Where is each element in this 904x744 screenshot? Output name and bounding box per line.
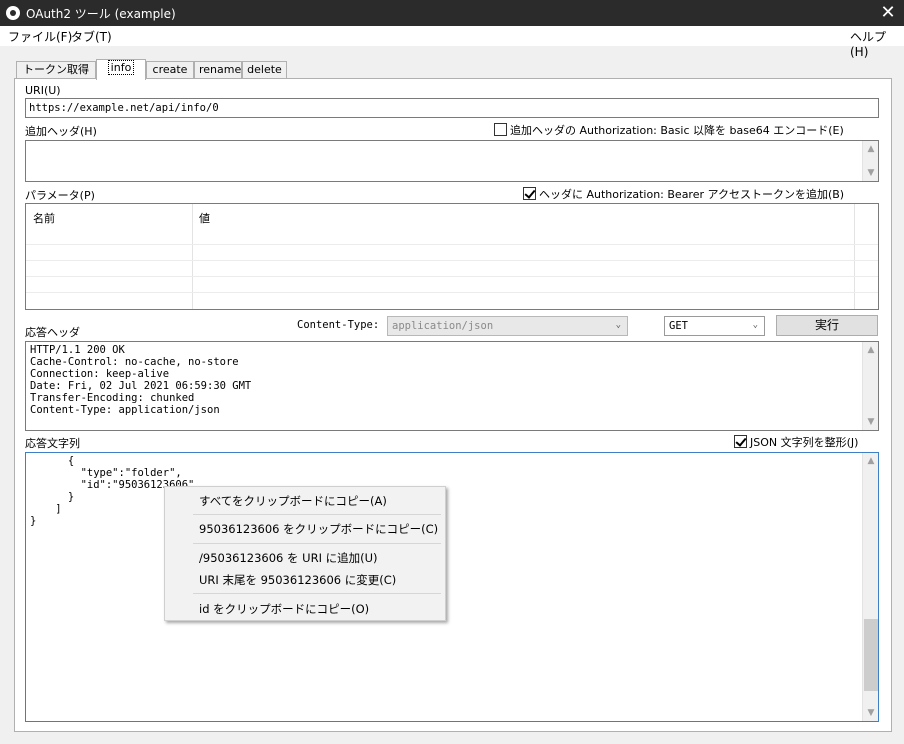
response-body-output[interactable]: { "type":"folder", "id":"95036123606" } … xyxy=(25,452,879,722)
tab-token[interactable]: トークン取得 xyxy=(16,61,96,79)
scroll-down-icon[interactable]: ▼ xyxy=(863,705,878,721)
context-menu-replace-uri[interactable]: URI 末尾を 95036123606 に変更(C) xyxy=(199,572,396,588)
bearer-checkbox-row[interactable]: ヘッダに Authorization: Bearer アクセストークンを追加(B… xyxy=(523,186,844,202)
close-icon[interactable]: ✕ xyxy=(872,0,904,26)
tab-create[interactable]: create xyxy=(146,61,194,79)
format-json-checkbox-row[interactable]: JSON 文字列を整形(J) xyxy=(734,434,858,450)
context-menu: すべてをクリップボードにコピー(A) 95036123606 をクリップボードに… xyxy=(164,486,446,621)
scroll-thumb[interactable] xyxy=(864,619,878,691)
chevron-down-icon[interactable]: ⌄ xyxy=(753,318,758,332)
context-menu-separator xyxy=(193,593,441,594)
context-menu-copy-all[interactable]: すべてをクリップボードにコピー(A) xyxy=(199,493,387,509)
scroll-up-icon[interactable]: ▲ xyxy=(863,342,878,358)
column-header-value: 値 xyxy=(199,212,210,225)
method-select[interactable]: GET ⌄ xyxy=(664,316,765,336)
bearer-checkbox[interactable] xyxy=(523,187,536,200)
uri-label: URI(U) xyxy=(25,84,61,97)
scroll-up-icon[interactable]: ▲ xyxy=(863,453,878,469)
content-type-label: Content-Type: xyxy=(297,319,380,331)
tab-rename[interactable]: rename xyxy=(194,61,242,79)
grid-row-line xyxy=(26,260,878,261)
response-body-scrollbar[interactable]: ▲ ▼ xyxy=(862,453,878,721)
app-icon xyxy=(6,6,20,20)
response-header-output[interactable]: HTTP/1.1 200 OK Cache-Control: no-cache,… xyxy=(25,341,879,431)
params-grid[interactable]: 名前 値 xyxy=(25,203,879,310)
response-body-label: 応答文字列 xyxy=(25,437,80,450)
extra-header-input[interactable]: ▲ ▼ xyxy=(25,140,879,182)
grid-divider xyxy=(854,204,855,309)
title-bar: OAuth2 ツール (example) ✕ xyxy=(0,0,904,26)
params-label: パラメータ(P) xyxy=(25,189,95,202)
response-header-label: 応答ヘッダ xyxy=(25,326,80,339)
format-json-checkbox-label: JSON 文字列を整形(J) xyxy=(750,436,859,449)
base64-checkbox-row[interactable]: 追加ヘッダの Authorization: Basic 以降を base64 エ… xyxy=(494,122,844,138)
scroll-down-icon[interactable]: ▼ xyxy=(863,165,879,181)
grid-row-line xyxy=(26,244,878,245)
scroll-down-icon[interactable]: ▼ xyxy=(863,414,878,430)
base64-checkbox[interactable] xyxy=(494,123,507,136)
menu-help[interactable]: ヘルプ(H) xyxy=(850,28,904,59)
content-type-value: application/json xyxy=(392,320,494,332)
context-menu-copy-value[interactable]: 95036123606 をクリップボードにコピー(C) xyxy=(199,521,438,537)
column-header-name: 名前 xyxy=(33,212,55,225)
base64-checkbox-label: 追加ヘッダの Authorization: Basic 以降を base64 エ… xyxy=(510,124,844,137)
response-header-text: HTTP/1.1 200 OK Cache-Control: no-cache,… xyxy=(30,344,252,416)
context-menu-separator xyxy=(193,514,441,515)
context-menu-separator xyxy=(193,543,441,544)
tab-info-label: info xyxy=(107,60,135,75)
response-header-scrollbar[interactable]: ▲ ▼ xyxy=(862,342,878,430)
extra-header-scrollbar[interactable]: ▲ ▼ xyxy=(862,141,878,181)
uri-input[interactable]: https://example.net/api/info/0 xyxy=(25,98,879,118)
tab-info[interactable]: info xyxy=(96,59,146,80)
method-value: GET xyxy=(669,320,688,332)
menu-bar: ファイル(F) タブ(T) ヘルプ(H) xyxy=(0,26,904,59)
scroll-up-icon[interactable]: ▲ xyxy=(863,141,879,157)
format-json-checkbox[interactable] xyxy=(734,435,747,448)
bearer-checkbox-label: ヘッダに Authorization: Bearer アクセストークンを追加(B… xyxy=(539,188,845,201)
window-title: OAuth2 ツール (example) xyxy=(26,7,176,21)
context-menu-append-uri[interactable]: /95036123606 を URI に追加(U) xyxy=(199,550,378,566)
menu-tab[interactable]: タブ(T) xyxy=(71,28,112,45)
grid-row-line xyxy=(26,292,878,293)
content-type-combo: application/json ⌄ xyxy=(387,316,628,336)
context-menu-copy-key[interactable]: id をクリップボードにコピー(O) xyxy=(199,601,369,617)
menu-file[interactable]: ファイル(F) xyxy=(8,28,72,45)
grid-row-line xyxy=(26,276,878,277)
tab-delete[interactable]: delete xyxy=(242,61,287,79)
extra-header-label: 追加ヘッダ(H) xyxy=(25,125,97,138)
grid-divider xyxy=(192,204,193,309)
chevron-down-icon: ⌄ xyxy=(615,320,621,330)
run-button[interactable]: 実行 xyxy=(776,315,878,336)
